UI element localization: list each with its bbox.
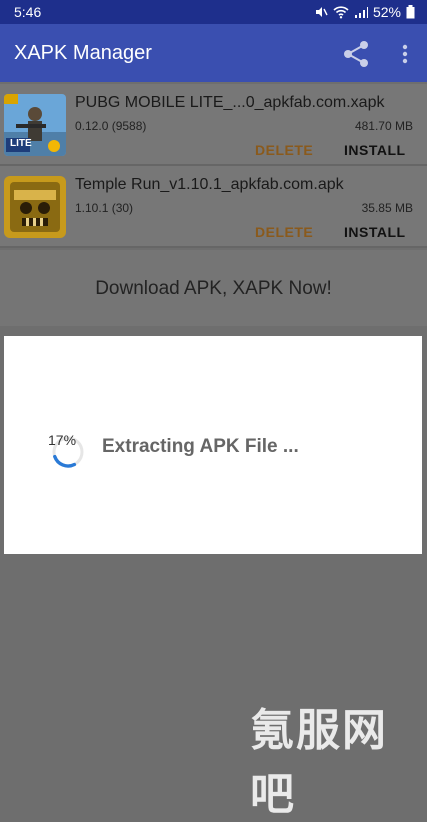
list-item[interactable]: LITE PUBG MOBILE LITE_...0_apkfab.com.xa… (0, 84, 427, 164)
install-button[interactable]: INSTALL (344, 142, 406, 158)
app-title: XAPK Manager (14, 42, 152, 64)
delete-button[interactable]: DELETE (255, 224, 313, 240)
file-size: 481.70 MB (354, 119, 413, 133)
status-bar: 5:46 52% (0, 0, 427, 24)
progress-dialog: 17% Extracting APK File ... (4, 336, 422, 554)
install-button[interactable]: INSTALL (344, 224, 406, 240)
status-time: 5:46 (14, 4, 42, 20)
divider (0, 246, 427, 248)
app-bar: XAPK Manager (0, 24, 427, 82)
progress-message: Extracting APK File ... (102, 436, 299, 457)
status-icons: 52% (314, 4, 415, 20)
list-item[interactable]: Temple Run_v1.10.1_apkfab.com.apk 1.10.1… (0, 166, 427, 246)
temple-run-app-icon (4, 176, 66, 238)
file-version: 1.10.1 (30) (75, 201, 134, 215)
file-size: 35.85 MB (361, 201, 413, 215)
more-options-icon[interactable] (395, 38, 415, 70)
pubg-lite-badge: LITE (10, 138, 32, 149)
file-name: Temple Run_v1.10.1_apkfab.com.apk (75, 176, 344, 193)
wifi-icon (333, 6, 349, 19)
pubg-app-icon: LITE (4, 94, 66, 156)
progress-percent: 17% (48, 432, 77, 448)
battery-percent: 52% (372, 4, 401, 20)
download-banner[interactable]: Download APK, XAPK Now! (0, 250, 427, 326)
battery-icon (406, 5, 415, 19)
file-name: PUBG MOBILE LITE_...0_apkfab.com.xapk (75, 94, 385, 111)
file-version: 0.12.0 (9588) (75, 119, 147, 133)
download-cta[interactable]: Download APK, XAPK Now! (0, 278, 427, 300)
mute-icon (315, 7, 328, 17)
watermark: 氪服网吧 (250, 706, 388, 819)
delete-button[interactable]: DELETE (255, 142, 313, 158)
share-icon[interactable] (340, 38, 372, 70)
signal-icon (354, 7, 368, 18)
